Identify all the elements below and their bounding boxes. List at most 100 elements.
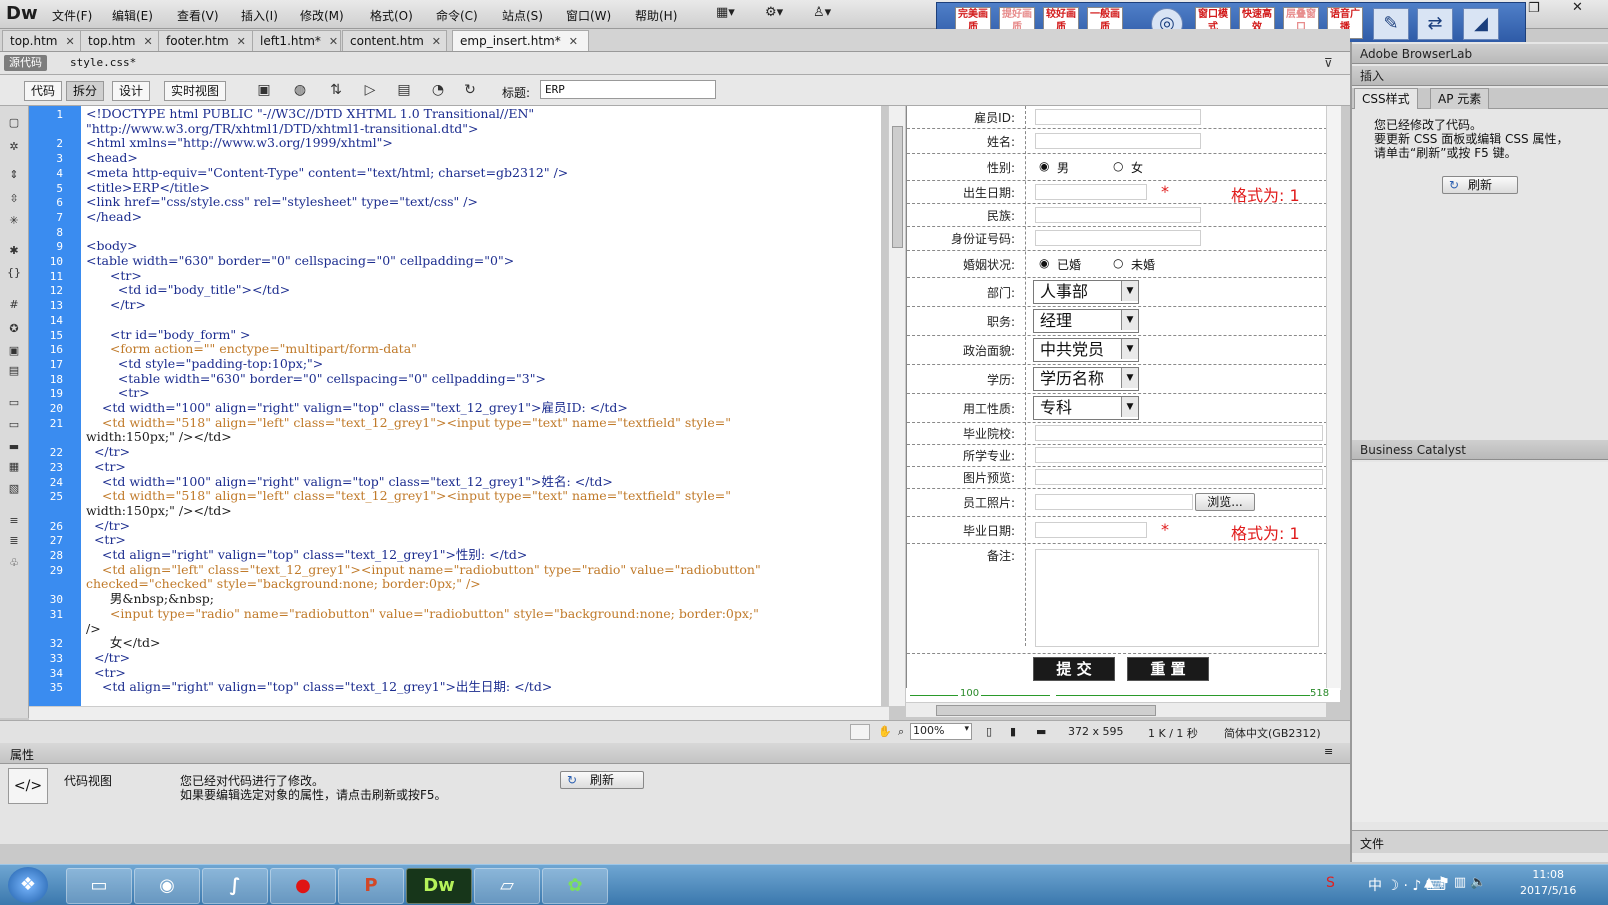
code-line[interactable]: <td style="padding-top:10px;"> [86,356,323,371]
menu-format[interactable]: 格式(O) [370,7,413,24]
format-source-icon[interactable]: ♧ [6,556,22,570]
close-icon[interactable]: ✕ [432,35,441,48]
browserlab-header[interactable]: Adobe BrowserLab [1352,44,1608,64]
code-line[interactable]: <meta http-equiv="Content-Type" content=… [86,165,568,180]
code-line[interactable]: <html xmlns="http://www.w3.org/1999/xhtm… [86,135,393,150]
show-code-navigator-icon[interactable]: ✲ [6,140,22,154]
window-size[interactable]: 372 x 595 [1068,725,1124,738]
word-wrap-icon[interactable]: ▤ [6,364,22,378]
menu-file[interactable]: 文件(F) [52,7,92,24]
code-line[interactable]: <tr> [86,459,126,474]
radio-selected-icon[interactable]: ◉ [1039,159,1049,173]
reset-button[interactable]: 重 置 [1127,657,1209,681]
code-line[interactable]: <table width="630" border="0" cellspacin… [86,253,514,268]
select-dropdown[interactable]: 学历名称 ▼ [1033,366,1139,391]
close-icon[interactable]: ✕ [237,35,246,48]
code-line[interactable]: width:150px;" /></td> [86,503,232,518]
highlight-invalid-icon[interactable]: ✪ [6,322,22,336]
files-panel-header[interactable]: 文件 [1352,830,1608,853]
chevron-down-icon[interactable]: ▼ [1121,280,1138,301]
code-editor[interactable]: <!DOCTYPE html PUBLIC "-//W3C//DTD XHTML… [81,106,881,706]
tab-emp-insert-htm[interactable]: emp_insert.htm* ✕ [452,30,589,51]
code-line[interactable]: <td width="518" align="left" class="text… [86,488,731,503]
code-line[interactable]: <td align="right" valign="top" class="te… [86,547,527,562]
date-input[interactable] [1035,521,1147,538]
refresh-icon[interactable]: ↻ [460,81,480,99]
insert-panel-header[interactable]: 插入 [1352,66,1608,86]
menu-view[interactable]: 查看(V) [177,7,219,24]
code-line[interactable]: <form action="" enctype="multipart/form-… [86,341,417,356]
code-line[interactable]: 男&nbsp;&nbsp; [86,591,214,606]
close-icon[interactable]: ✕ [143,35,152,48]
code-line[interactable]: </tr> [86,444,130,459]
code-line[interactable]: <tr> [86,385,150,400]
restore-icon[interactable]: ❐ [1528,1,1540,16]
tablet-size-icon[interactable]: ▮ [1010,725,1016,738]
code-line[interactable]: <td align="right" valign="top" class="te… [86,679,552,694]
code-line[interactable]: </tr> [86,650,130,665]
sogou-icon[interactable]: S [1326,875,1335,891]
menu-window[interactable]: 窗口(W) [566,7,611,24]
select-dropdown[interactable]: 经理 ▼ [1033,308,1139,333]
w3c-validation-icon[interactable]: ▷ [360,81,380,99]
move-css-icon[interactable]: ▧ [6,482,22,496]
record-icon[interactable]: ● [270,868,336,904]
tab-css-styles[interactable]: CSS样式 [1354,88,1418,109]
code-line[interactable]: <body> [86,238,138,253]
expand-all-icon[interactable]: ✳ [6,214,22,228]
tab-top-htm-2[interactable]: top.htm ✕ [80,30,159,51]
text-input[interactable] [1035,109,1201,125]
chevron-down-icon[interactable]: ▼ [1121,367,1138,388]
text-input[interactable] [1035,447,1323,463]
close-icon[interactable]: ✕ [329,35,338,48]
file-input[interactable] [1035,494,1193,510]
code-line[interactable]: </head> [86,209,142,224]
desktop-size-icon[interactable]: ▬ [1036,725,1046,738]
code-line[interactable]: <td id="body_title"></td> [86,282,290,297]
pen-icon[interactable]: ✎ [1373,8,1409,40]
tray-icons[interactable]: ▲ ⚑ ▥ 🔈 [1424,875,1487,890]
dreamweaver-icon[interactable]: Dw [406,868,472,904]
folder-icon[interactable]: ▱ [474,868,540,904]
code-line[interactable]: /> [86,621,101,636]
close-icon[interactable]: ✕ [1572,0,1583,15]
chevron-down-icon[interactable]: ▼ [1121,338,1138,359]
code-line[interactable]: </tr> [86,297,146,312]
design-vertical-scrollbar[interactable] [1326,106,1341,690]
text-input[interactable] [1035,206,1201,223]
gear-icon[interactable]: ⚙▾ [765,5,783,20]
code-line[interactable]: <tr id="body_form" > [86,327,251,342]
css-refresh-button[interactable]: ↻ 刷新 [1442,176,1518,194]
code-view-button[interactable]: 代码 [24,81,63,101]
close-icon[interactable]: ✕ [65,35,74,48]
text-input[interactable] [1035,425,1323,441]
code-line[interactable]: <!DOCTYPE html PUBLIC "-//W3C//DTD XHTML… [86,106,534,121]
title-input[interactable]: ERP [540,80,716,99]
code-horizontal-scrollbar[interactable] [29,706,889,721]
hand-tool-icon[interactable]: ✋ [878,725,892,738]
text-input[interactable] [1035,469,1323,485]
date-input[interactable] [1035,183,1147,200]
panel-menu-icon[interactable]: ≡ [1324,745,1333,758]
indent-code-icon[interactable]: ≡ [6,514,22,528]
apply-comment-icon[interactable]: ▭ [6,396,22,410]
radio-empty-icon[interactable]: ○ [1113,256,1123,270]
powerpoint-icon[interactable]: P [338,868,404,904]
code-line[interactable]: width:150px;" /></td> [86,429,232,444]
tab-ap-elements[interactable]: AP 元素 [1430,88,1490,109]
preview-browser-icon[interactable]: ◍ [290,81,310,99]
recent-snippets-icon[interactable]: ▦ [6,460,22,474]
user-icon[interactable]: ♙▾ [813,5,831,20]
radio-empty-icon[interactable]: ○ [1113,159,1123,173]
filter-icon[interactable]: ⊽ [1324,56,1333,70]
explorer-icon[interactable]: ▭ [66,868,132,904]
file-management-icon[interactable]: ⇅ [326,81,346,99]
menu-edit[interactable]: 编辑(E) [112,7,153,24]
scrollbar-thumb[interactable] [936,705,1156,716]
submit-button[interactable]: 提 交 [1033,657,1115,681]
mobile-size-icon[interactable]: ▯ [986,725,992,738]
transfer-icon[interactable]: ⇄ [1417,8,1453,40]
line-numbers-icon[interactable]: # [6,298,22,312]
select-dropdown[interactable]: 人事部 ▼ [1033,279,1139,304]
business-catalyst-header[interactable]: Business Catalyst [1352,440,1608,460]
